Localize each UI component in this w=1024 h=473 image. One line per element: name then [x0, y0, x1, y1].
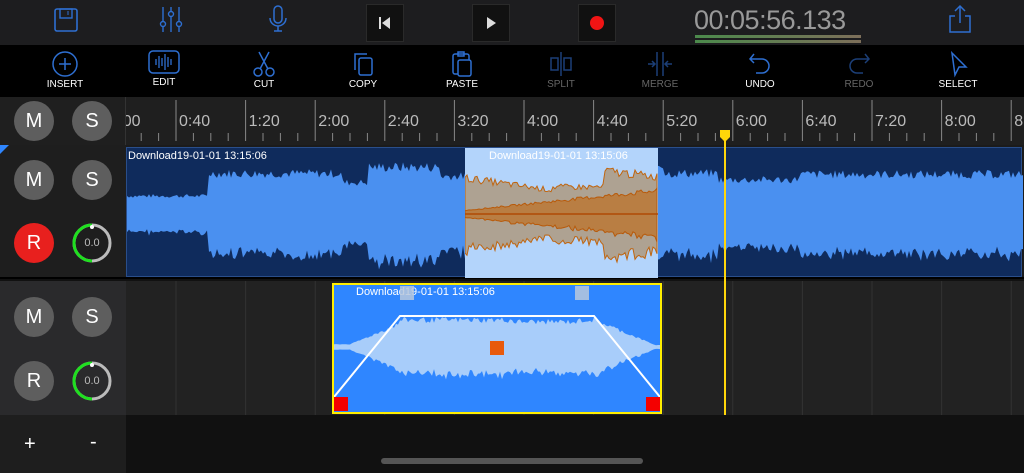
footer-controls: + - [0, 415, 126, 473]
level-meter-left [695, 35, 861, 38]
track-2-volume-value: 0.0 [84, 375, 100, 387]
ruler-label: 1:20 [249, 113, 280, 130]
select-label: SELECT [938, 79, 978, 90]
cut-button[interactable]: CUT [224, 45, 304, 97]
selected-region[interactable] [464, 148, 658, 278]
track-2-volume-knob[interactable]: 0.0 [71, 360, 113, 402]
master-mute-button[interactable]: M [14, 101, 54, 141]
ruler-label: 3:20 [457, 113, 488, 130]
master-solo-button[interactable]: S [72, 101, 112, 141]
split-label: SPLIT [547, 79, 575, 90]
record-button[interactable] [578, 4, 616, 42]
ruler-label: 4:40 [597, 113, 628, 130]
insert-button[interactable]: INSERT [25, 45, 105, 97]
remove-track-button[interactable]: - [90, 431, 97, 454]
edit-button[interactable]: EDIT [124, 45, 204, 97]
track-1-mute-button[interactable]: M [14, 160, 54, 200]
skip-back-button[interactable] [366, 4, 404, 42]
plus-circle-icon [52, 51, 78, 77]
undo-button[interactable]: UNDO [720, 45, 800, 97]
scissors-icon [253, 51, 275, 77]
selected-region-waveform [464, 167, 658, 264]
edit-toolbar: INSERT EDIT CUT COPY PASTE SPLIT MERGE U… [0, 45, 1024, 97]
ruler-label: 6:40 [805, 113, 836, 130]
level-meter-right [695, 40, 861, 43]
split-button[interactable]: SPLIT [521, 45, 601, 97]
mixer-icon[interactable] [156, 4, 186, 34]
edit-label: EDIT [152, 77, 176, 88]
gain-handle[interactable] [490, 341, 504, 355]
save-icon[interactable] [51, 4, 81, 34]
microphone-icon[interactable] [263, 4, 293, 34]
undo-icon [748, 53, 770, 74]
paste-label: PASTE [445, 79, 479, 90]
paste-icon [452, 51, 472, 77]
clip-start-handle[interactable] [334, 397, 348, 411]
paste-button[interactable]: PASTE [422, 45, 502, 97]
ruler-label: 0:00 [126, 113, 141, 130]
clip-end-handle[interactable] [646, 397, 660, 411]
pointer-icon [950, 50, 968, 78]
track-2-clip[interactable]: Download19-01-01 13:15:06 [332, 283, 662, 414]
redo-icon [849, 53, 871, 74]
track-selected-indicator [0, 145, 9, 154]
master-controls: M S [0, 97, 126, 145]
copy-icon [354, 53, 373, 76]
track-1-clip-title: Download19-01-01 13:15:06 [128, 150, 267, 162]
selected-region-title: Download19-01-01 13:15:06 [489, 150, 628, 162]
cut-label: CUT [253, 79, 275, 90]
ruler-label: 8:40 [1014, 113, 1024, 130]
redo-label: REDO [844, 79, 874, 90]
play-icon [487, 17, 496, 29]
share-icon[interactable] [945, 4, 975, 34]
playhead-handle[interactable] [719, 129, 731, 143]
track-2-lane[interactable]: Download19-01-01 13:15:06 [126, 281, 1024, 415]
fade-out-handle[interactable] [575, 286, 589, 300]
play-button[interactable] [472, 4, 510, 42]
horizontal-scrollbar[interactable] [381, 458, 643, 464]
select-button[interactable]: SELECT [918, 45, 998, 97]
record-icon [590, 16, 604, 30]
track-1-lane[interactable]: Download19-01-01 13:15:06 Download19-01-… [126, 145, 1024, 279]
track-1-controls: M S R 0.0 [0, 145, 126, 279]
track-2-record-button[interactable]: R [14, 361, 54, 401]
skip-back-icon [379, 17, 390, 29]
merge-icon [648, 52, 672, 76]
track-1-solo-button[interactable]: S [72, 160, 112, 200]
ruler-label: 0:40 [179, 113, 210, 130]
split-icon [550, 52, 572, 76]
copy-label: COPY [348, 79, 378, 90]
track-2-solo-button[interactable]: S [72, 297, 112, 337]
ruler-label: 2:00 [318, 113, 349, 130]
track-1-record-button[interactable]: R [14, 223, 54, 263]
ruler-label: 5:20 [666, 113, 697, 130]
add-track-button[interactable]: + [24, 433, 36, 456]
ruler-label: 4:00 [527, 113, 558, 130]
merge-label: MERGE [641, 79, 679, 90]
merge-button[interactable]: MERGE [620, 45, 700, 97]
ruler-label: 2:40 [388, 113, 419, 130]
ruler-label: 6:00 [736, 113, 767, 130]
top-bar: 00:05:56.133 [0, 0, 1024, 45]
timecode-display: 00:05:56.133 [694, 5, 846, 35]
track-2-clip-title: Download19-01-01 13:15:06 [356, 286, 495, 298]
track-2-mute-button[interactable]: M [14, 297, 54, 337]
timeline-ruler[interactable]: 0:00 0:40 1:20 2:00 2:40 3:20 4:00 4:40 5:20 6:00… [126, 97, 1024, 145]
undo-label: UNDO [745, 79, 775, 90]
track-1-clip[interactable]: Download19-01-01 13:15:06 Download19-01-… [126, 147, 1023, 278]
ruler-label: 7:20 [875, 113, 906, 130]
track-2-controls: M S R 0.0 [0, 281, 126, 415]
ruler-label: 8:00 [945, 113, 976, 130]
copy-button[interactable]: COPY [323, 45, 403, 97]
redo-button[interactable]: REDO [819, 45, 899, 97]
track-1-volume-value: 0.0 [84, 237, 100, 249]
insert-label: INSERT [46, 79, 84, 90]
waveform-edit-icon [148, 50, 180, 74]
track-1-volume-knob[interactable]: 0.0 [71, 222, 113, 264]
fade-in-handle[interactable] [400, 286, 414, 300]
playhead-line [724, 133, 726, 415]
